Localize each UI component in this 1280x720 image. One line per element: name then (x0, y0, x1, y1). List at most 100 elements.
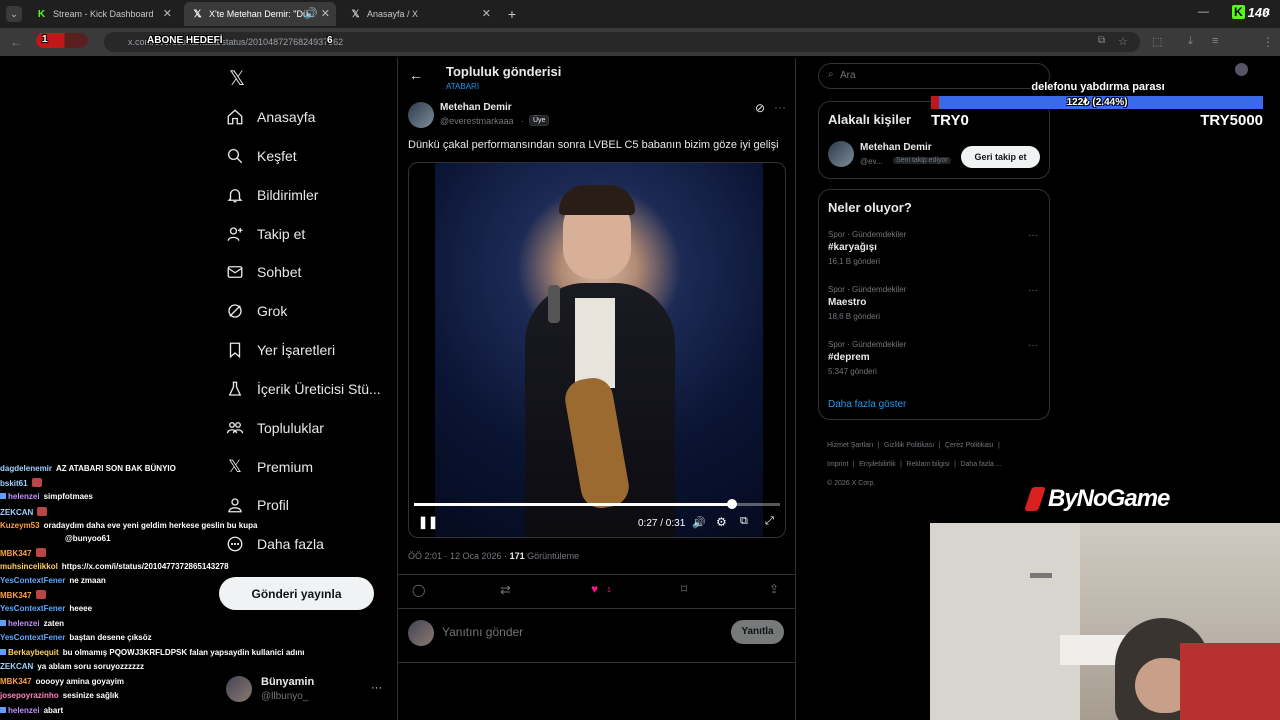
extensions-icon[interactable]: ⬚ (1152, 35, 1162, 48)
show-more-link[interactable]: Daha fazla göster (828, 399, 906, 410)
trend-item[interactable]: Spor · Gündemdekiler Maestro 18,6 B gönd… (828, 285, 1038, 321)
back-arrow-icon[interactable]: ← (10, 35, 22, 49)
chat-message: YesContextFener ne zmaan (0, 576, 300, 585)
more-icon[interactable]: ··· (774, 100, 786, 114)
reply-button[interactable]: Yanıtla (731, 620, 784, 644)
chat-message: ZEKCAN ya ablam soru soruyozzzzzz (0, 662, 300, 671)
close-icon[interactable]: ✕ (482, 7, 491, 20)
video-player[interactable]: ❚❚ 0:27 / 0:31 🔊 ⚙ ⧉ ⤢ (408, 162, 786, 538)
speaker-icon[interactable]: 🔊 (304, 7, 318, 20)
footer-link-accessibility[interactable]: Erişilebilirlik (859, 461, 896, 468)
avatar[interactable] (828, 141, 854, 167)
reply-icon[interactable]: ◯ (412, 583, 425, 597)
author-avatar[interactable] (408, 102, 434, 128)
chat-username[interactable]: YesContextFener (0, 633, 65, 642)
follow-name[interactable]: Metehan Demir (860, 142, 932, 153)
menu-icon[interactable]: ⋮ (1262, 35, 1274, 49)
chat-username[interactable]: muhsincelikkol (0, 562, 58, 571)
nav-bookmarks[interactable]: Yer İşaretleri (226, 336, 335, 364)
nav-creator-studio[interactable]: İçerik Üreticisi Stü... (226, 375, 381, 403)
share-icon[interactable]: ⇪ (769, 582, 779, 596)
more-icon[interactable]: ··· (1028, 285, 1038, 296)
nav-follow[interactable]: Takip et (226, 220, 305, 248)
nav-grok[interactable]: Grok (226, 297, 287, 325)
emote-icon (35, 548, 46, 557)
like-icon[interactable]: ♥ (591, 582, 598, 596)
tab-x-post[interactable]: 𝕏 X'te Metehan Demir: "Dünk 🔊 ✕ (184, 2, 336, 26)
views-label: Görüntüleme (527, 551, 580, 561)
video-scrubber[interactable] (414, 499, 780, 509)
follow-handle: @ev... (860, 157, 883, 166)
profile-avatar-icon[interactable] (1235, 63, 1248, 76)
author-handle[interactable]: @everestmarkaaa (440, 116, 514, 126)
bookmark-icon[interactable]: ⌑ (681, 582, 687, 596)
tab-x-home[interactable]: 𝕏 Anasayfa / X ✕ (342, 2, 497, 26)
footer-link-cookies[interactable]: Çerez Politikası (945, 442, 994, 449)
kick-favicon-icon: K (37, 8, 46, 20)
chat-username[interactable]: YesContextFener (0, 604, 65, 613)
emote-icon (35, 590, 46, 599)
nav-messages[interactable]: Sohbet (226, 258, 301, 286)
chat-username[interactable]: MBK347 (0, 677, 32, 686)
more-icon[interactable]: ··· (1028, 340, 1038, 351)
chat-username[interactable]: helenzei (8, 706, 40, 715)
follow-back-button[interactable]: Geri takip et (961, 146, 1040, 168)
chat-username[interactable]: Kuzeym53 (0, 521, 40, 530)
repost-icon[interactable]: ⇄ (500, 582, 511, 598)
install-icon[interactable]: ⧉ (1098, 35, 1105, 46)
minimize-icon[interactable]: — (1198, 6, 1209, 18)
tab-kick-dashboard[interactable]: K Stream - Kick Dashboard ✕ (28, 2, 178, 26)
new-tab-button[interactable]: + (503, 5, 521, 23)
chat-username[interactable]: helenzei (8, 619, 40, 628)
footer-link-ads[interactable]: Reklam bilgisi (906, 461, 949, 468)
settings-gear-icon[interactable]: ⚙ (716, 515, 727, 529)
chat-username[interactable]: MBK347 (0, 549, 32, 558)
footer-link-privacy[interactable]: Gizlilik Politikası (884, 442, 934, 449)
card-title: Alakalı kişiler (828, 112, 912, 127)
pause-icon[interactable]: ❚❚ (418, 515, 438, 529)
close-icon[interactable]: ✕ (163, 7, 172, 20)
webcam-door-handle (1030, 573, 1052, 578)
trend-item[interactable]: Spor · Gündemdekiler #karyağışı 16,1 B g… (828, 230, 1038, 266)
chat-username[interactable]: dagdelenemir (0, 464, 52, 473)
chat-message: muhsincelikkol https://x.com/i/status/201… (0, 562, 300, 571)
more-icon[interactable]: ··· (1028, 230, 1038, 241)
bookmark-star-icon[interactable]: ☆ (1118, 35, 1128, 48)
close-icon[interactable]: ✕ (321, 7, 330, 20)
back-arrow-icon[interactable]: ← (409, 67, 423, 83)
donation-progress-bar: 122₺ (2.44%) (931, 96, 1263, 109)
divider (398, 608, 795, 609)
chat-username[interactable]: Berkaybequit (8, 648, 59, 657)
nav-communities[interactable]: Topluluklar (226, 414, 324, 442)
search-icon: ⌕ (828, 69, 834, 80)
tab-search-button[interactable]: ⌄ (6, 6, 22, 22)
nav-home[interactable]: Anasayfa (226, 103, 315, 131)
volume-icon[interactable]: 🔊 (692, 516, 706, 529)
chat-username[interactable]: josepoyrazinho (0, 691, 59, 700)
pip-icon[interactable]: ⧉ (740, 515, 748, 528)
chat-username[interactable]: MBK347 (0, 591, 32, 600)
media-icon[interactable]: ≡ (1212, 35, 1218, 47)
nav-notifications[interactable]: Bildirimler (226, 181, 318, 209)
author-name[interactable]: Metehan Demir (440, 102, 512, 113)
footer-link-more[interactable]: Daha fazla ... (960, 461, 1001, 468)
fullscreen-icon[interactable]: ⤢ (765, 515, 774, 528)
chat-username[interactable]: bskit61 (0, 479, 28, 488)
download-icon[interactable]: ⤓ (1188, 35, 1193, 48)
nav-explore[interactable]: Keşfet (226, 142, 297, 170)
chat-message: helenzei simpfotmaes (0, 492, 300, 501)
footer-link-imprint[interactable]: Imprint (827, 461, 848, 468)
chat-username[interactable]: YesContextFener (0, 576, 65, 585)
chat-message: MBK347 (0, 548, 300, 558)
footer-link-terms[interactable]: Hizmet Şartları (827, 442, 873, 449)
emote-icon (31, 478, 42, 487)
community-link[interactable]: ATABARI (446, 82, 479, 91)
trend-item[interactable]: Spor · Gündemdekiler #deprem 5.347 gönde… (828, 340, 1038, 376)
grok-icon[interactable]: ⊘ (755, 101, 765, 115)
chat-username[interactable]: ZEKCAN (0, 662, 33, 671)
video-shirt (575, 298, 615, 388)
chat-username[interactable]: helenzei (8, 492, 40, 501)
reply-input[interactable]: Yanıtını gönder (442, 625, 523, 639)
chat-username[interactable]: ZEKCAN (0, 508, 33, 517)
goal-count: 1 (42, 34, 48, 45)
